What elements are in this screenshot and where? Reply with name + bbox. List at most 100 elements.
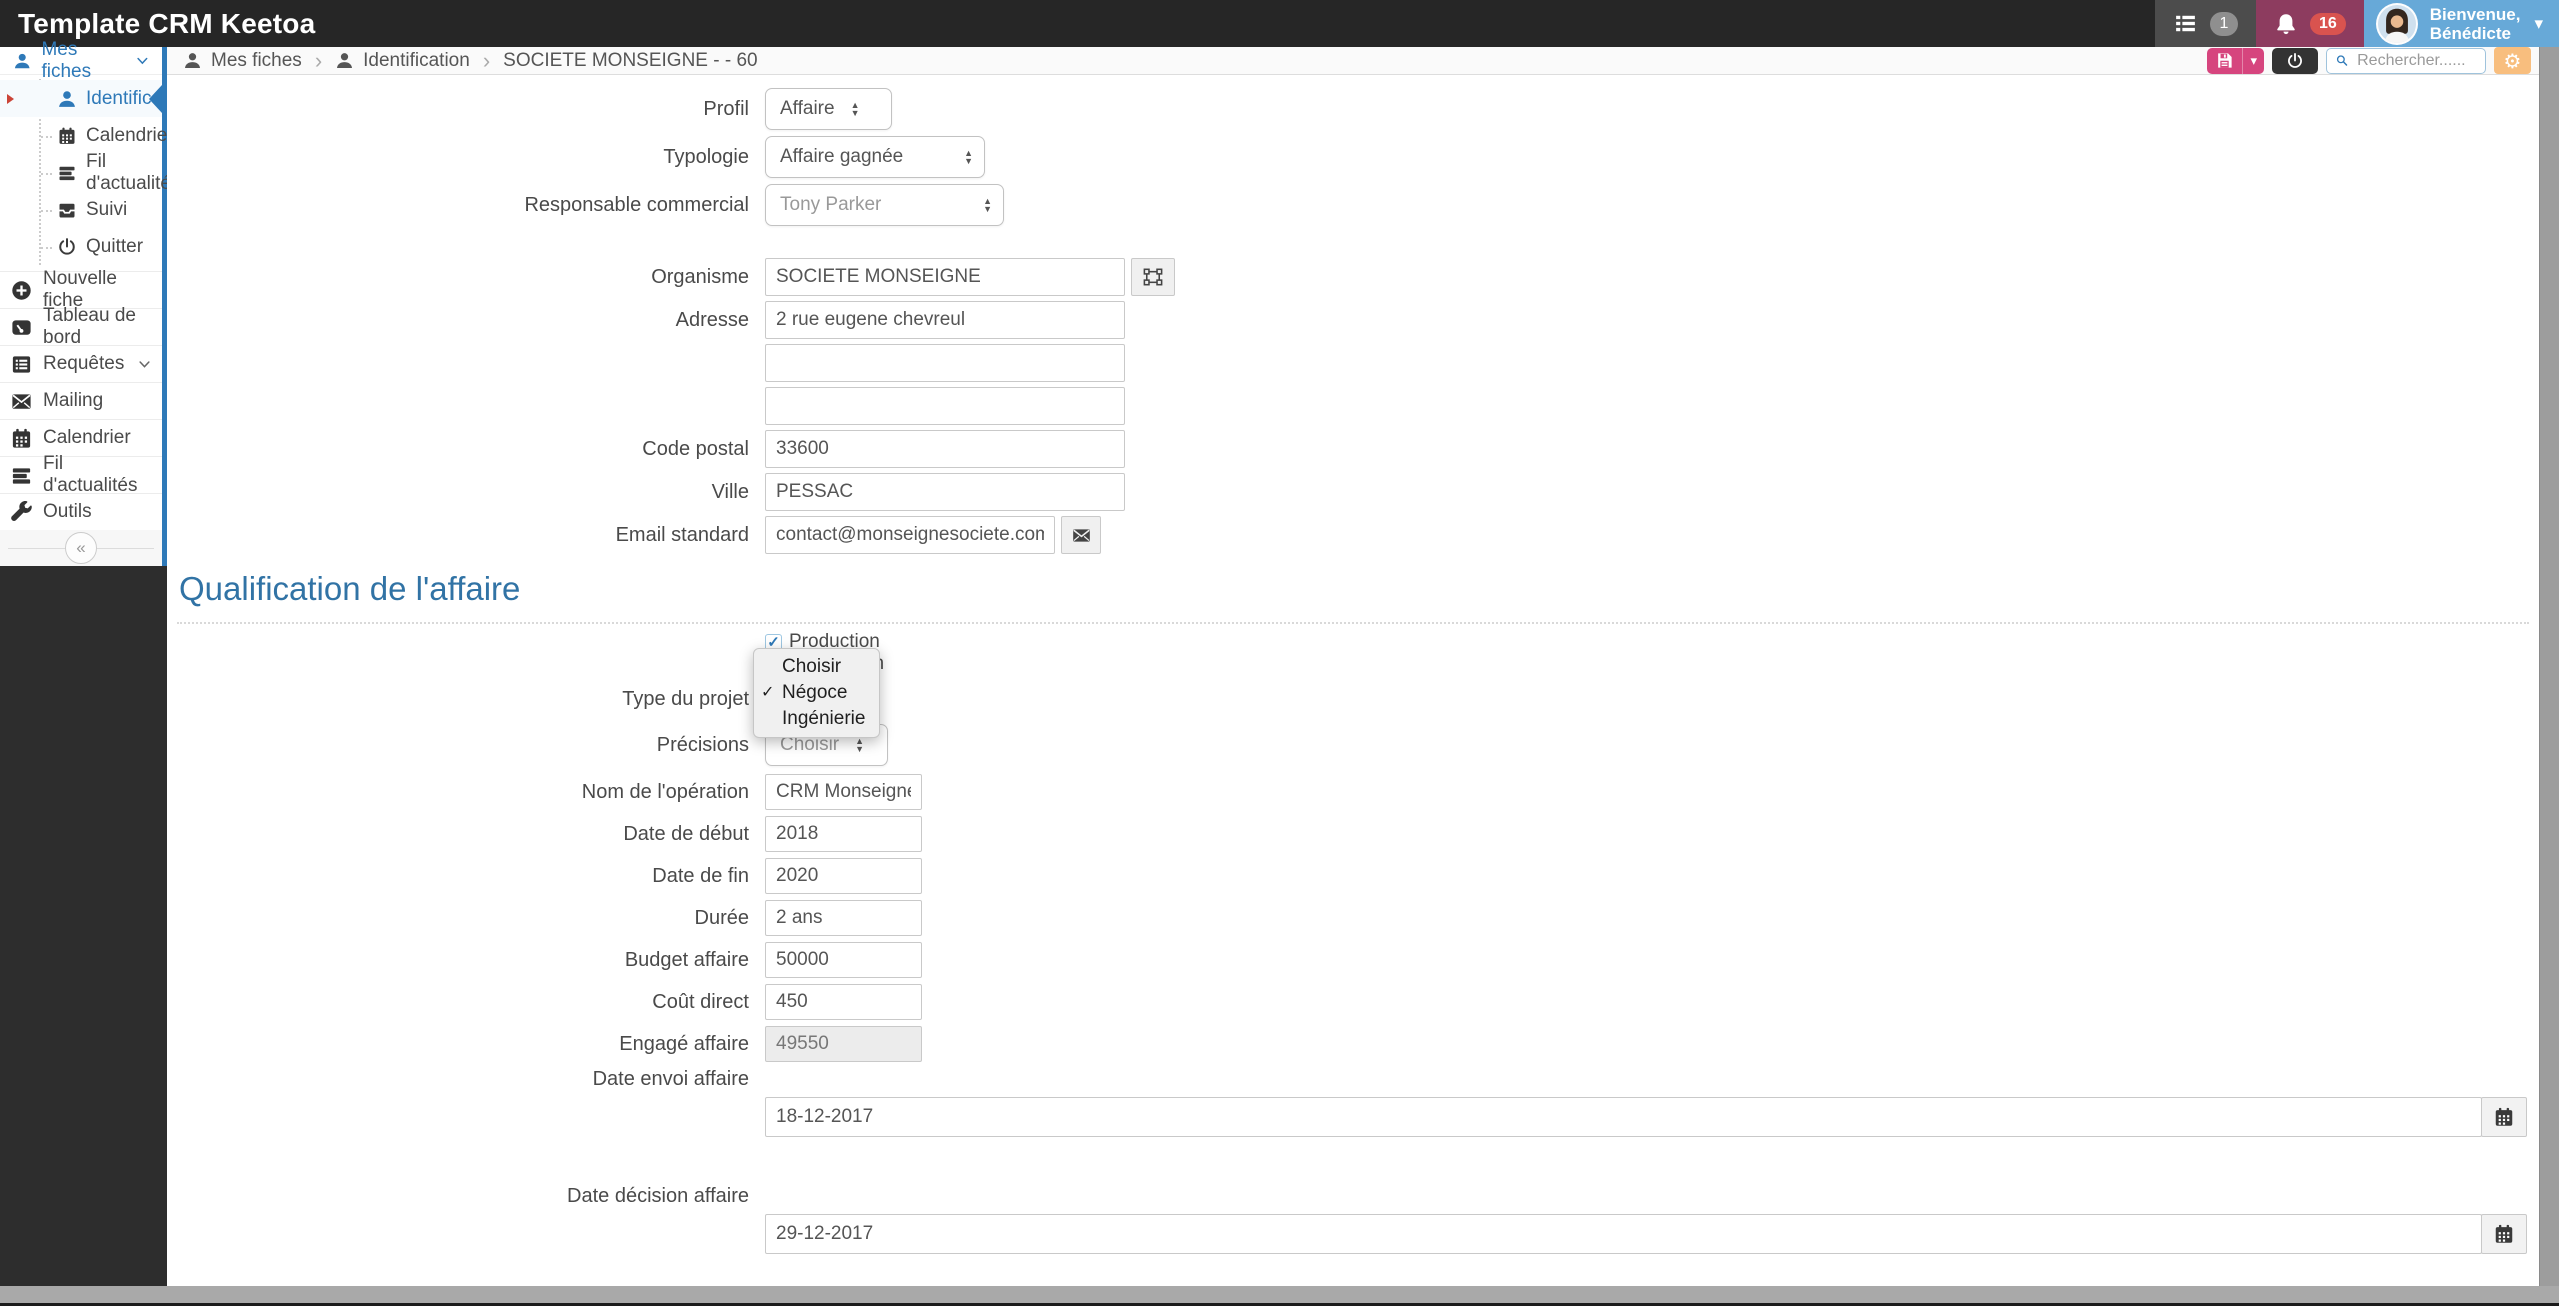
breadcrumb-separator: › (314, 47, 323, 73)
sidebar-header-mes-fiches[interactable]: Mes fiches (0, 39, 162, 82)
date-envoi-calendar-button[interactable] (2481, 1097, 2527, 1137)
form-row-adresse: Adresse (167, 301, 2539, 339)
breadcrumb-mes-fiches[interactable]: Mes fiches (211, 50, 302, 72)
user-menu-button[interactable]: Bienvenue, Bénédicte ▾ (2363, 0, 2559, 47)
form-row-date-fin: Date de fin (167, 858, 2539, 894)
dropdown-option-ingenierie[interactable]: Ingénierie (754, 706, 879, 732)
scrollbar-vertical[interactable] (2539, 47, 2559, 1286)
sidebar-item-fil-actualites-2[interactable]: Fil d'actualités (0, 453, 162, 496)
person-icon (59, 90, 75, 107)
breadcrumb-identification[interactable]: Identification (363, 50, 470, 72)
plus-circle-icon (12, 280, 31, 300)
field-label: Responsable commercial (524, 193, 749, 216)
form-row-date-envoi: Date envoi affaire (167, 1068, 2527, 1137)
send-email-button[interactable] (1061, 516, 1101, 554)
inbox-icon (59, 203, 75, 217)
duree-input[interactable] (765, 900, 922, 936)
type-projet-open-dropdown: Choisir ✓ Négoce Ingénierie (753, 648, 881, 738)
breadcrumb-separator: › (482, 47, 491, 73)
person-icon (14, 53, 30, 68)
form-row-date-debut: Date de début (167, 816, 2539, 852)
field-label: Budget affaire (624, 948, 749, 971)
top-bar: Template CRM Keetoa 1 16 Bienvenue, Bénéd… (0, 0, 2559, 47)
code-postal-input[interactable] (765, 430, 1125, 468)
date-decision-input[interactable] (765, 1214, 2482, 1254)
wrench-icon (11, 500, 32, 521)
date-decision-calendar-button[interactable] (2481, 1214, 2527, 1254)
chevron-down-icon (137, 57, 148, 64)
sidebar-item-calendrier[interactable]: Calendrier (0, 117, 174, 154)
form-row-email: Email standard (167, 516, 2539, 554)
dashboard-icon (11, 318, 32, 336)
dropdown-option-negoce[interactable]: ✓ Négoce (754, 680, 879, 706)
form-row-engage: Engagé affaire (167, 1026, 2539, 1062)
envelope-icon (11, 392, 32, 410)
select-arrows-icon: ▲ ▼ (855, 736, 865, 754)
facturation-checkbox-row: ✓ Facturation (765, 653, 2539, 674)
sidebar-item-nouvelle-fiche[interactable]: Nouvelle fiche (0, 268, 162, 311)
field-label: Email standard (615, 523, 749, 546)
notification-count-badge: 16 (2309, 12, 2346, 35)
sidebar-item-quitter[interactable]: Quitter (0, 228, 162, 265)
date-envoi-input[interactable] (765, 1097, 2482, 1137)
ville-input[interactable] (765, 473, 1125, 511)
adresse-input-2[interactable] (765, 344, 1125, 382)
avatar (2375, 2, 2418, 45)
person-icon (184, 53, 201, 69)
field-label: Profil (703, 97, 749, 120)
organisme-input[interactable] (765, 258, 1125, 296)
list-icon (2176, 15, 2195, 32)
search-input[interactable] (2355, 50, 2477, 71)
date-fin-input[interactable] (765, 858, 922, 894)
organisme-link-button[interactable] (1131, 258, 1175, 296)
date-debut-input[interactable] (765, 816, 922, 852)
sidebar-menu: Mes fiches Identification Calendrier Fil… (0, 39, 193, 566)
sidebar-item-identification[interactable]: Identification (0, 80, 193, 117)
email-input[interactable] (765, 516, 1055, 554)
sidebar-submenu: Identification Calendrier Fil d'actualit… (0, 75, 193, 271)
save-split-button[interactable]: ▾ (2207, 47, 2264, 74)
activity-menu-button[interactable]: 1 (2154, 0, 2256, 47)
field-label: Engagé affaire (619, 1032, 749, 1055)
search-icon (2336, 55, 2348, 66)
sidebar-collapse-button[interactable]: « (65, 532, 97, 564)
select-arrows-icon: ▲ ▼ (850, 100, 860, 118)
sidebar-item-requetes[interactable]: Requêtes (0, 346, 162, 383)
adresse-input[interactable] (765, 301, 1125, 339)
sidebar-item-calendrier-2[interactable]: Calendrier (0, 420, 162, 457)
envelope-icon (1071, 528, 1091, 542)
breadcrumb-bar: Mes fiches › Identification › SOCIETE MO… (167, 47, 2539, 75)
sidebar-item-suivi[interactable]: Suivi (0, 191, 162, 228)
sidebar-item-mailing[interactable]: Mailing (0, 383, 162, 420)
form-row-nom-operation: Nom de l'opération (167, 774, 2539, 810)
logout-button[interactable] (2272, 47, 2318, 74)
cout-direct-input[interactable] (765, 984, 922, 1020)
settings-button[interactable]: ⚙ (2494, 47, 2531, 74)
dropdown-option-choisir[interactable]: Choisir (754, 654, 879, 680)
field-label: Typologie (663, 145, 749, 168)
adresse-input-3[interactable] (765, 387, 1125, 425)
field-label: Précisions (656, 733, 749, 756)
window-bottom-bar (0, 1286, 2559, 1303)
sidebar-collapse-bar: « (0, 530, 162, 566)
responsable-select[interactable]: Tony Parker ▲ ▼ (765, 184, 1004, 226)
calendar-icon (59, 127, 75, 144)
profil-select[interactable]: Affaire ▲ ▼ (765, 88, 892, 130)
feed-icon (59, 166, 75, 180)
current-marker-icon (7, 93, 14, 104)
form-row-adresse-2 (167, 344, 2539, 382)
form-row-duree: Durée (167, 900, 2539, 936)
budget-input[interactable] (765, 942, 922, 978)
field-label: Date envoi affaire (592, 1068, 749, 1090)
save-dropdown-caret[interactable]: ▾ (2242, 47, 2264, 74)
sidebar-item-fil-actualites[interactable]: Fil d'actualités (0, 151, 180, 194)
sidebar-item-tableau-de-bord[interactable]: Tableau de bord (0, 305, 162, 348)
nom-operation-input[interactable] (765, 774, 922, 810)
form-row-cout-direct: Coût direct (167, 984, 2539, 1020)
check-icon: ✓ (761, 684, 775, 701)
notifications-button[interactable]: 16 (2255, 0, 2364, 47)
field-label: Date de début (623, 822, 749, 845)
sidebar-item-outils[interactable]: Outils (0, 494, 162, 530)
typologie-select[interactable]: Affaire gagnée ▲ ▼ (765, 136, 985, 178)
field-label: Date de fin (652, 864, 749, 887)
